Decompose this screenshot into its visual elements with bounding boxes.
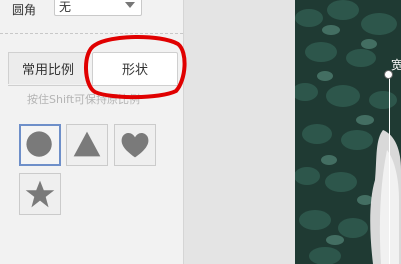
chevron-down-icon: [125, 2, 135, 8]
foliage-photo: [295, 0, 401, 264]
shift-hint: 按住Shift可保持原比例: [27, 93, 141, 106]
shape-heart-button[interactable]: [114, 124, 156, 166]
circle-icon: [26, 131, 52, 157]
radius-select[interactable]: 无: [54, 0, 142, 16]
shape-triangle-button[interactable]: [66, 124, 108, 166]
radius-label: 圆角: [12, 2, 37, 17]
triangle-icon: [73, 131, 101, 157]
section-divider: [0, 33, 183, 34]
photo-preview[interactable]: [295, 0, 401, 264]
crop-panel: 圆角 无 常用比例 形状 按住Shift可保持原比例: [0, 0, 184, 264]
crop-guide-line: [389, 74, 390, 264]
tab-common-ratio[interactable]: 常用比例: [8, 52, 88, 84]
shape-star-button[interactable]: [19, 173, 61, 215]
crop-width-label: 宽: [391, 58, 401, 72]
shape-circle-button[interactable]: [19, 124, 61, 166]
radius-select-value: 无: [59, 0, 72, 14]
star-icon: [25, 180, 55, 208]
radius-row: 圆角: [12, 0, 52, 18]
tab-shape[interactable]: 形状: [92, 52, 178, 85]
crop-tabs: 常用比例 形状: [8, 52, 178, 86]
heart-icon: [121, 132, 149, 158]
canvas-background: [184, 0, 295, 264]
